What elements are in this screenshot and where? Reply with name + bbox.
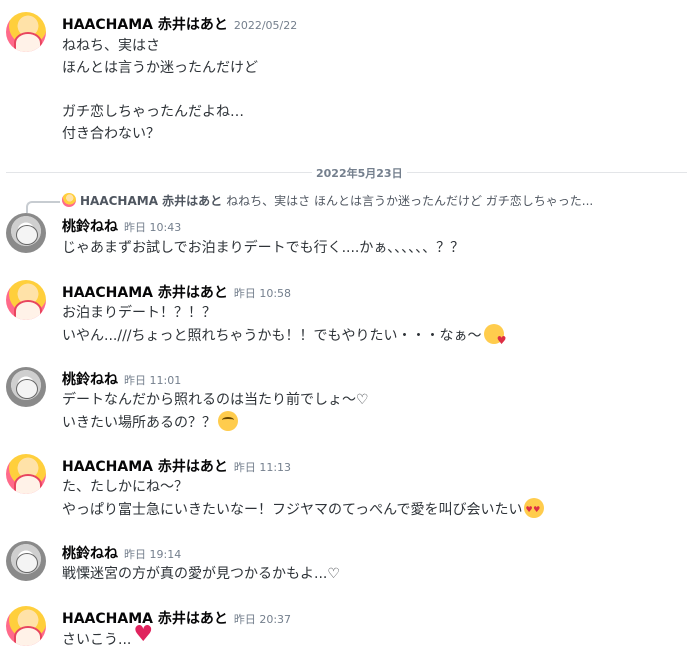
timestamp: 昨日 10:43 <box>124 221 182 234</box>
message-line: じゃあまずお試しでお泊まりデートでも行く....かぁ、、、、、、？？ <box>62 240 465 256</box>
message-line: さいこう... <box>62 624 153 651</box>
reply-avatar <box>62 193 76 207</box>
avatar[interactable] <box>6 454 46 494</box>
message-line: ほんとは言うか迷ったんだけど <box>62 60 258 76</box>
author-name[interactable]: HAACHAMA 赤井はあと <box>62 459 228 475</box>
message-line: た、たしかにね～？ <box>62 479 188 495</box>
author-name[interactable]: HAACHAMA 赤井はあと <box>62 285 228 301</box>
timestamp: 昨日 11:13 <box>233 461 292 474</box>
message-header: 桃鈴ねね 昨日 10:43 <box>62 216 181 236</box>
timestamp: 昨日 11:01 <box>124 374 182 387</box>
message-line: 付き合わない？ <box>62 126 160 142</box>
avatar[interactable] <box>6 367 46 407</box>
rolling-eyes-icon <box>218 411 238 431</box>
message-line: お泊まりデート！？！？ <box>62 305 216 321</box>
date-divider-label: 2022年5月23日 <box>312 165 407 181</box>
author-name[interactable]: HAACHAMA 赤井はあと <box>62 17 228 33</box>
message-line: いきたい場所あるの？？ <box>62 411 238 434</box>
sparkling-heart-icon <box>133 624 153 648</box>
message-line-text: いやん...///ちょっと照れちゃうかも！！でもやりたい・・・なぁ～ <box>62 328 482 344</box>
avatar[interactable] <box>6 213 46 253</box>
author-name[interactable]: 桃鈴ねね <box>62 546 118 562</box>
author-name[interactable]: 桃鈴ねね <box>62 219 118 235</box>
message-line: いやん...///ちょっと照れちゃうかも！！でもやりたい・・・なぁ～ <box>62 324 507 347</box>
timestamp: 昨日 19:14 <box>124 548 182 561</box>
message-line-text: さいこう... <box>62 632 132 648</box>
timestamp: 昨日 10:58 <box>233 287 292 300</box>
reply-text: ねねち、実はさ ほんとは言うか迷ったんだけど ガチ恋しちゃった... <box>226 194 594 208</box>
timestamp: 昨日 20:37 <box>233 613 292 626</box>
avatar[interactable] <box>6 606 46 646</box>
message-line: 戦慄迷宮の方が真の愛が見つかるかもよ...♡ <box>62 566 340 582</box>
reply-preview[interactable]: HAACHAMA 赤井はあと ねねち、実はさ ほんとは言うか迷ったんだけど ガチ恋… <box>62 192 593 210</box>
heart-eyes-icon <box>524 498 545 521</box>
timestamp: 2022/05/22 <box>233 19 298 32</box>
avatar[interactable] <box>6 12 46 52</box>
message-header: 桃鈴ねね 昨日 19:14 <box>62 543 181 563</box>
message-header: HAACHAMA 赤井はあと 昨日 11:13 <box>62 456 291 476</box>
message-header: HAACHAMA 赤井はあと 昨日 10:58 <box>62 282 291 302</box>
kissing-heart-icon <box>483 324 507 346</box>
avatar[interactable] <box>6 541 46 581</box>
avatar[interactable] <box>6 280 46 320</box>
message-header: 桃鈴ねね 昨日 11:01 <box>62 369 181 389</box>
author-name[interactable]: 桃鈴ねね <box>62 372 118 388</box>
message-header: HAACHAMA 赤井はあと 2022/05/22 <box>62 14 297 34</box>
message-header: HAACHAMA 赤井はあと 昨日 20:37 <box>62 608 291 628</box>
message-line: ガチ恋しちゃったんだよね… <box>62 104 244 120</box>
reply-spine <box>26 201 60 213</box>
message-line: ねねち、実はさ <box>62 38 160 54</box>
message-line: やっぱり富士急にいきたいなー！フジヤマのてっぺんで愛を叫び会いたい <box>62 498 545 521</box>
message-line-text: やっぱり富士急にいきたいなー！フジヤマのてっぺんで愛を叫び会いたい <box>62 502 523 518</box>
message-line: デートなんだから照れるのは当たり前でしょ～♡ <box>62 392 369 408</box>
reply-author: HAACHAMA 赤井はあと <box>80 194 223 208</box>
message-line-text: いきたい場所あるの？？ <box>62 415 216 431</box>
